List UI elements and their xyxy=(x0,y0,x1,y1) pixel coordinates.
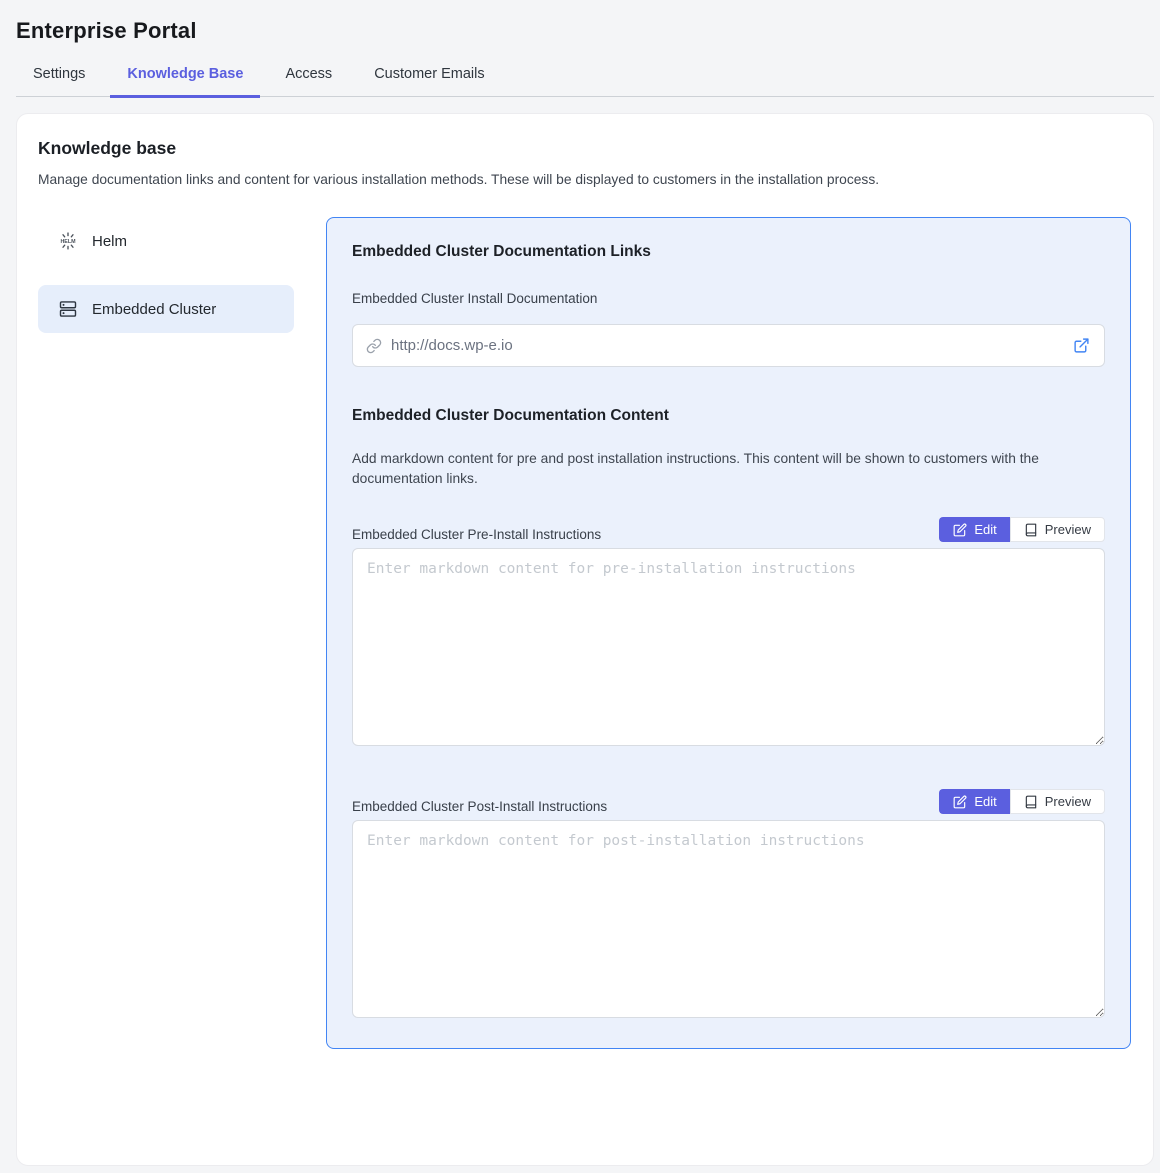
book-icon xyxy=(1024,795,1038,809)
install-doc-field xyxy=(352,324,1105,367)
install-method-nav: HELM Helm xyxy=(38,217,294,353)
edit-button-label: Edit xyxy=(974,794,996,809)
svg-text:HELM: HELM xyxy=(60,239,76,245)
links-section-title: Embedded Cluster Documentation Links xyxy=(352,243,1105,261)
preview-button-label: Preview xyxy=(1045,794,1091,809)
sidebar-item-label: Helm xyxy=(92,233,127,250)
page-header: Enterprise Portal xyxy=(0,0,1160,44)
pre-install-label: Embedded Cluster Pre-Install Instruction… xyxy=(352,527,601,542)
post-install-textarea[interactable] xyxy=(352,820,1105,1018)
edit-icon xyxy=(953,795,967,809)
preview-button-label: Preview xyxy=(1045,522,1091,537)
link-icon xyxy=(366,338,382,354)
content-section-title: Embedded Cluster Documentation Content xyxy=(352,407,1105,425)
knowledge-base-card: Knowledge base Manage documentation link… xyxy=(16,113,1154,1166)
pre-install-textarea[interactable] xyxy=(352,548,1105,746)
tab-access[interactable]: Access xyxy=(268,58,349,98)
sidebar-item-helm[interactable]: HELM Helm xyxy=(38,217,294,265)
tab-settings[interactable]: Settings xyxy=(16,58,102,98)
embedded-cluster-panel: Embedded Cluster Documentation Links Emb… xyxy=(326,217,1131,1049)
post-install-edit-button[interactable]: Edit xyxy=(939,789,1009,814)
card-description: Manage documentation links and content f… xyxy=(38,172,1131,187)
install-doc-label: Embedded Cluster Install Documentation xyxy=(352,291,1105,306)
external-link-icon[interactable] xyxy=(1073,337,1090,354)
pre-install-edit-button[interactable]: Edit xyxy=(939,517,1009,542)
post-install-header: Embedded Cluster Post-Install Instructio… xyxy=(352,789,1105,814)
post-install-label: Embedded Cluster Post-Install Instructio… xyxy=(352,799,607,814)
sidebar-item-label: Embedded Cluster xyxy=(92,301,216,318)
sidebar-item-embedded-cluster[interactable]: Embedded Cluster xyxy=(38,285,294,333)
server-icon xyxy=(58,299,78,319)
tab-bar: Settings Knowledge Base Access Customer … xyxy=(16,58,1154,97)
content-section-description: Add markdown content for pre and post in… xyxy=(352,449,1105,489)
install-doc-url-input[interactable] xyxy=(391,337,1073,354)
card-title: Knowledge base xyxy=(38,138,1131,159)
edit-button-label: Edit xyxy=(974,522,996,537)
pre-install-header: Embedded Cluster Pre-Install Instruction… xyxy=(352,517,1105,542)
edit-icon xyxy=(953,523,967,537)
main-row: HELM Helm xyxy=(38,217,1131,1049)
page-title: Enterprise Portal xyxy=(16,18,1144,44)
helm-logo-icon: HELM xyxy=(58,231,78,251)
post-install-mode-toggle: Edit Preview xyxy=(939,789,1105,814)
tab-knowledge-base[interactable]: Knowledge Base xyxy=(110,58,260,98)
book-icon xyxy=(1024,523,1038,537)
pre-install-preview-button[interactable]: Preview xyxy=(1010,517,1105,542)
post-install-preview-button[interactable]: Preview xyxy=(1010,789,1105,814)
tab-customer-emails[interactable]: Customer Emails xyxy=(357,58,501,98)
pre-install-mode-toggle: Edit Preview xyxy=(939,517,1105,542)
